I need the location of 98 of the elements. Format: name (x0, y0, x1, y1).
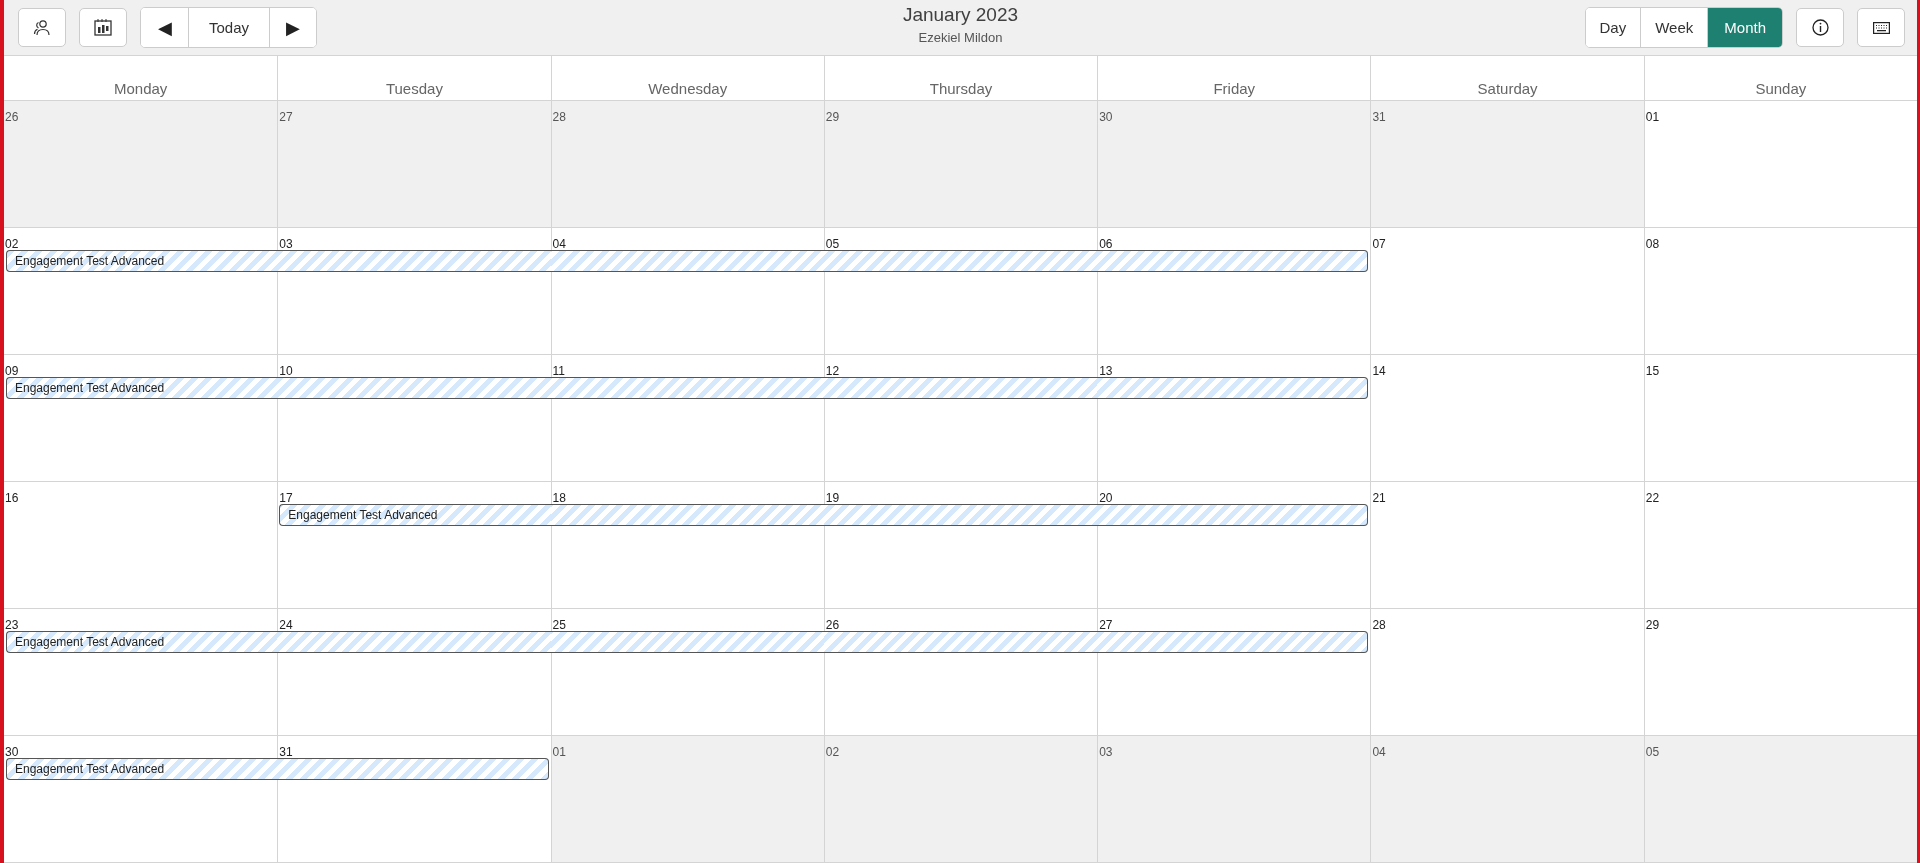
day-number: 21 (1372, 491, 1386, 505)
day-number: 16 (5, 491, 19, 505)
info-button[interactable] (1796, 8, 1844, 47)
info-icon (1811, 19, 1829, 36)
day-number: 31 (1372, 110, 1386, 124)
day-cell[interactable]: 29 (823, 101, 1098, 227)
day-number: 07 (1372, 237, 1386, 251)
weekday-header: Monday (112, 79, 169, 99)
weekday-header: Wednesday (550, 56, 824, 100)
event-bar-segment[interactable] (823, 250, 1099, 272)
day-number: 10 (279, 364, 293, 378)
day-number: 11 (552, 364, 566, 378)
calendar-view-button[interactable] (79, 8, 127, 47)
day-cell[interactable]: 27 (277, 101, 551, 227)
event-bar-segment[interactable] (6, 250, 279, 272)
people-icon (33, 18, 51, 37)
event-bar-segment[interactable] (277, 758, 549, 780)
weekday-header: Sunday (1643, 56, 1917, 100)
event-bar-segment[interactable] (823, 631, 1099, 653)
event-title[interactable]: Engagement Test Advanced (15, 381, 165, 395)
event-bar-segment[interactable] (277, 377, 552, 399)
weekday-header: Tuesday (277, 56, 551, 100)
next-button[interactable]: ▶ (269, 8, 317, 47)
day-number: 27 (1099, 618, 1113, 632)
day-number: 06 (1099, 237, 1113, 251)
day-number: 24 (279, 618, 293, 632)
event-bar-segment[interactable] (1097, 504, 1369, 526)
event-bar-segment[interactable] (279, 504, 552, 526)
weekday-header: Friday (1097, 56, 1371, 100)
day-cell[interactable]: 03 (1097, 736, 1371, 862)
month-title: January 2023 (902, 4, 1019, 26)
event-bar-segment[interactable] (6, 377, 279, 399)
event-bar-segment[interactable] (550, 250, 825, 272)
day-number: 05 (825, 237, 840, 251)
event-bar-segment[interactable] (277, 250, 552, 272)
day-cell[interactable]: 30 (1097, 101, 1371, 227)
day-cell[interactable]: 01 (550, 736, 824, 862)
day-number: 02 (825, 745, 840, 759)
day-number: 14 (1372, 364, 1386, 378)
day-number: 02 (5, 237, 19, 251)
weekday-header: Saturday (1370, 56, 1644, 100)
day-cell[interactable]: 26 (4, 101, 278, 227)
user-name: Ezekiel Mildon (918, 30, 1003, 45)
day-number: 30 (1099, 110, 1113, 124)
day-cell[interactable]: 05 (1643, 736, 1917, 862)
day-number: 01 (1645, 110, 1660, 124)
day-number: 27 (279, 110, 293, 124)
day-number: 26 (825, 618, 840, 632)
day-number: 09 (5, 364, 19, 378)
day-number: 04 (552, 237, 566, 251)
event-title[interactable]: Engagement Test Advanced (15, 635, 165, 649)
event-bar-segment[interactable] (1097, 631, 1369, 653)
event-bar-segment[interactable] (550, 377, 825, 399)
day-number: 08 (1645, 237, 1660, 251)
keyboard-button[interactable] (1857, 8, 1905, 47)
day-number: 28 (552, 110, 566, 124)
day-number: 25 (552, 618, 566, 632)
event-title[interactable]: Engagement Test Advanced (288, 508, 438, 522)
event-bar-segment[interactable] (6, 631, 279, 653)
event-bar-segment[interactable] (550, 631, 825, 653)
day-number: 01 (552, 745, 566, 759)
day-cell[interactable]: 31 (1370, 101, 1644, 227)
day-cell[interactable]: 28 (550, 101, 824, 227)
event-bar-segment[interactable] (823, 377, 1099, 399)
calendar-chart-icon (94, 19, 112, 36)
day-number: 20 (1099, 491, 1113, 505)
day-number: 13 (1099, 364, 1113, 378)
day-number: 18 (552, 491, 566, 505)
day-cell[interactable]: 02 (823, 736, 1098, 862)
day-number: 31 (279, 745, 293, 759)
day-number: 28 (1372, 618, 1386, 632)
event-title[interactable]: Engagement Test Advanced (15, 762, 165, 776)
event-bar-segment[interactable] (1097, 250, 1369, 272)
day-number: 05 (1645, 745, 1660, 759)
day-number: 17 (279, 491, 293, 505)
day-number: 23 (5, 618, 19, 632)
day-number: 03 (1099, 745, 1113, 759)
keyboard-icon (1872, 21, 1890, 34)
day-number: 22 (1645, 491, 1660, 505)
event-bar-segment[interactable] (1097, 377, 1369, 399)
people-button[interactable] (18, 8, 66, 47)
day-number: 04 (1372, 745, 1386, 759)
event-bar-segment[interactable] (550, 504, 825, 526)
day-number: 26 (5, 110, 19, 124)
day-number: 19 (825, 491, 840, 505)
event-bar-segment[interactable] (6, 758, 279, 780)
view-tab[interactable]: Month (1707, 8, 1782, 47)
event-bar-segment[interactable] (277, 631, 552, 653)
day-number: 29 (1645, 618, 1660, 632)
day-number: 12 (825, 364, 840, 378)
day-number: 15 (1645, 364, 1660, 378)
day-number: 29 (825, 110, 840, 124)
day-number: 03 (279, 237, 293, 251)
day-cell[interactable]: 04 (1370, 736, 1644, 862)
day-number: 30 (5, 745, 19, 759)
event-title[interactable]: Engagement Test Advanced (15, 254, 165, 268)
weekday-header: Thursday (823, 56, 1098, 100)
event-bar-segment[interactable] (823, 504, 1099, 526)
